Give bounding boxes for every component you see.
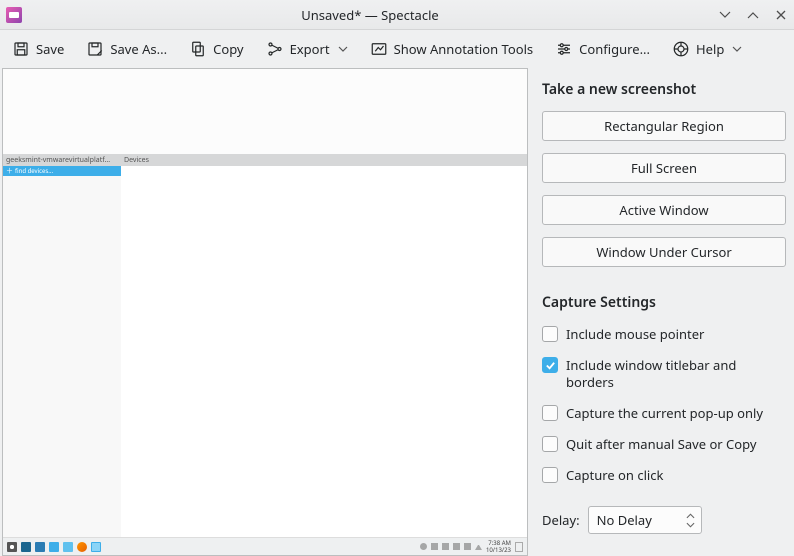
spin-up-icon[interactable]	[686, 513, 695, 520]
save-button[interactable]: Save	[10, 36, 66, 62]
plus-icon: ＋	[6, 166, 13, 176]
tray-expand-icon	[475, 543, 482, 550]
tray-icon	[464, 543, 471, 550]
chevron-down-icon	[732, 44, 742, 54]
capture-popup-checkbox[interactable]: Capture the current pop-up only	[542, 405, 786, 422]
sidebar-title: Take a new screenshot	[542, 80, 786, 99]
check-label: Quit after manual Save or Copy	[566, 436, 761, 453]
save-as-button[interactable]: Save As...	[84, 36, 169, 62]
preview-main-panel	[121, 166, 527, 537]
screenshot-preview: geeksmint-vmwarevirtualplatf... Devices …	[2, 68, 528, 556]
annotate-label: Show Annotation Tools	[394, 40, 534, 58]
check-label: Capture the current pop-up only	[566, 405, 767, 422]
delay-label: Delay:	[542, 511, 580, 529]
active-taskbar-app-icon	[91, 542, 101, 552]
save-icon	[12, 40, 30, 58]
minimize-button[interactable]	[718, 8, 732, 22]
firefox-icon	[77, 542, 87, 552]
network-icon	[442, 543, 449, 550]
chevron-down-icon	[338, 44, 348, 54]
delay-row: Delay: No Delay	[542, 506, 786, 534]
capture-settings-title: Capture Settings	[542, 293, 786, 312]
titlebar: Unsaved* — Spectacle	[0, 0, 794, 30]
save-label: Save	[36, 40, 64, 58]
check-label: Capture on click	[566, 467, 667, 484]
preview-row-label: find devices...	[15, 167, 53, 175]
help-button[interactable]: Help	[670, 36, 744, 62]
copy-icon	[189, 40, 207, 58]
delay-value: No Delay	[597, 511, 686, 529]
window-under-cursor-button[interactable]: Window Under Cursor	[542, 237, 786, 267]
annotate-icon	[370, 40, 388, 58]
annotation-tools-button[interactable]: Show Annotation Tools	[368, 36, 536, 62]
preview-table-header: geeksmint-vmwarevirtualplatf... Devices	[3, 154, 527, 166]
window-title: Unsaved* — Spectacle	[22, 6, 718, 24]
help-label: Help	[696, 40, 724, 58]
export-button[interactable]: Export	[264, 36, 350, 62]
checkbox-checked-icon	[542, 357, 558, 373]
spin-arrows	[686, 513, 695, 528]
copy-button[interactable]: Copy	[187, 36, 245, 62]
capture-on-click-checkbox[interactable]: Capture on click	[542, 467, 786, 484]
clock: 7:38 AM 10/13/23	[486, 540, 511, 554]
window-controls	[718, 8, 788, 22]
quit-after-save-checkbox[interactable]: Quit after manual Save or Copy	[542, 436, 786, 453]
help-icon	[672, 40, 690, 58]
configure-label: Configure...	[579, 40, 650, 58]
preview-sidebar: ＋ find devices...	[3, 166, 121, 537]
delay-spinbox[interactable]: No Delay	[588, 506, 702, 534]
volume-icon	[431, 543, 438, 550]
close-button[interactable]	[774, 8, 788, 22]
save-as-label: Save As...	[110, 40, 167, 58]
tray-icon	[453, 543, 460, 550]
save-as-icon	[86, 40, 104, 58]
check-label: Include mouse pointer	[566, 326, 708, 343]
tray-icon	[420, 543, 427, 550]
preview-taskbar: 7:38 AM 10/13/23	[3, 537, 527, 555]
sidebar: Take a new screenshot Rectangular Region…	[528, 68, 794, 556]
configure-icon	[555, 40, 573, 58]
check-label: Include window titlebar and borders	[566, 357, 786, 391]
preview-col1-header: geeksmint-vmwarevirtualplatf...	[3, 156, 121, 165]
checkbox-unchecked-icon	[542, 436, 558, 452]
full-screen-button[interactable]: Full Screen	[542, 153, 786, 183]
export-label: Export	[290, 40, 330, 58]
checkbox-unchecked-icon	[542, 405, 558, 421]
spectacle-app-icon	[6, 7, 22, 23]
configure-button[interactable]: Configure...	[553, 36, 652, 62]
preview-col2-header: Devices	[121, 156, 149, 165]
taskbar-app-icon	[21, 542, 31, 552]
taskbar-app-icon	[35, 542, 45, 552]
toolbar: Save Save As... Copy Export Show Annotat…	[0, 30, 794, 68]
checkbox-unchecked-icon	[542, 326, 558, 342]
export-icon	[266, 40, 284, 58]
copy-label: Copy	[213, 40, 243, 58]
preview-find-devices-row: ＋ find devices...	[3, 166, 121, 176]
checkbox-unchecked-icon	[542, 467, 558, 483]
system-tray: 7:38 AM 10/13/23	[420, 540, 523, 554]
include-titlebar-checkbox[interactable]: Include window titlebar and borders	[542, 357, 786, 391]
dolphin-icon	[49, 542, 59, 552]
maximize-button[interactable]	[746, 8, 760, 22]
taskbar-icons	[7, 542, 101, 552]
show-desktop-icon	[515, 542, 523, 552]
active-window-button[interactable]: Active Window	[542, 195, 786, 225]
preview-content: geeksmint-vmwarevirtualplatf... Devices …	[3, 69, 527, 555]
spin-down-icon[interactable]	[686, 521, 695, 528]
folder-icon	[63, 542, 73, 552]
include-mouse-pointer-checkbox[interactable]: Include mouse pointer	[542, 326, 786, 343]
main-area: geeksmint-vmwarevirtualplatf... Devices …	[0, 68, 794, 556]
kde-icon	[7, 542, 17, 552]
rectangular-region-button[interactable]: Rectangular Region	[542, 111, 786, 141]
clock-date: 10/13/23	[486, 547, 511, 554]
